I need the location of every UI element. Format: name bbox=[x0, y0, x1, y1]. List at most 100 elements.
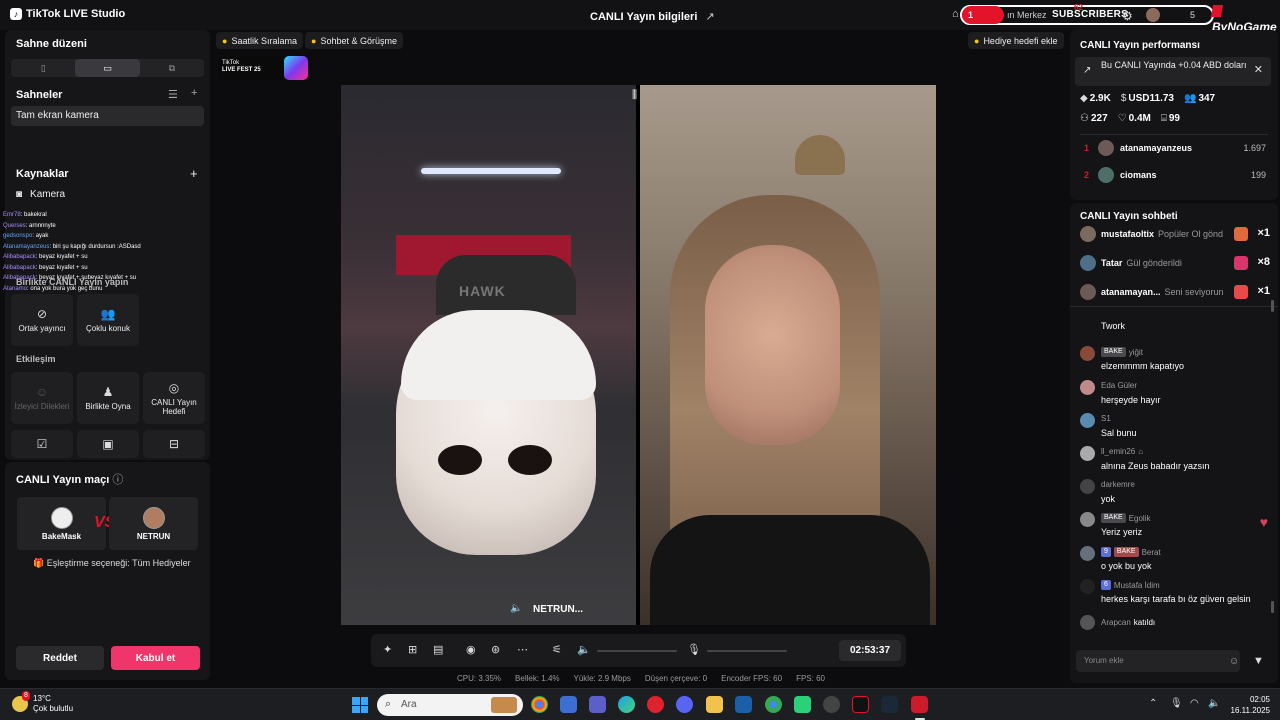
volume-slider[interactable] bbox=[597, 650, 677, 652]
effects-icon[interactable]: ⊞ bbox=[408, 643, 417, 656]
screen-icon[interactable]: ▤ bbox=[433, 643, 443, 656]
landscape-layout-tab[interactable]: ▭ bbox=[75, 59, 140, 77]
share-icon[interactable]: ↗ bbox=[705, 10, 714, 23]
avatar bbox=[1098, 167, 1114, 183]
record-icon[interactable]: ◉ bbox=[466, 643, 476, 656]
chat-message: S1 Sal bunu bbox=[1070, 410, 1278, 442]
live-fest-banner[interactable]: TikTok LIVE FEST 25 bbox=[218, 56, 310, 80]
viewer-requests-tile[interactable]: ☺ İzleyici Dilekleri bbox=[11, 372, 73, 424]
player1-name: BakeMask bbox=[41, 531, 82, 541]
store-tile[interactable]: ⊟ bbox=[143, 430, 205, 458]
add-source-icon[interactable]: + bbox=[190, 166, 198, 181]
overlay-line: Querses: arnnnnyte bbox=[3, 222, 56, 229]
notification-count: 1 bbox=[968, 10, 974, 20]
dropped-stat: Düşen çerçeve: 0 bbox=[644, 674, 708, 683]
play-together-tile[interactable]: ♟ Birlikte Oyna bbox=[77, 372, 139, 424]
list-icon[interactable]: ☰ bbox=[168, 88, 178, 101]
viewers-icon: 👥 bbox=[1183, 93, 1197, 104]
windows-start-icon[interactable] bbox=[352, 697, 368, 713]
heart-icon: ♡ bbox=[1117, 113, 1127, 124]
help-center-link[interactable]: ın Merkez bbox=[1007, 10, 1047, 20]
teams-icon[interactable] bbox=[589, 696, 606, 713]
avatar bbox=[1098, 140, 1114, 156]
chat-call-button[interactable]: ● Sohbet & Görüşme bbox=[305, 32, 403, 49]
settings-sliders-icon[interactable]: ⚟ bbox=[552, 643, 562, 656]
volume-icon[interactable]: 🔈 bbox=[577, 643, 591, 656]
live-studio-taskbar-icon[interactable] bbox=[911, 696, 928, 713]
tiktok-taskbar-icon[interactable] bbox=[852, 696, 869, 713]
cohost-label: Ortak yayıncı bbox=[18, 324, 66, 333]
file-explorer-icon[interactable] bbox=[706, 696, 723, 713]
ranking-row[interactable]: 1 atanamayanzeus 1.697 bbox=[1070, 139, 1278, 159]
mic-slider[interactable] bbox=[707, 650, 787, 652]
taskbar-clock[interactable]: 02:05 16.11.2025 bbox=[1228, 694, 1270, 716]
source-camera[interactable]: ◙ Kamera bbox=[16, 189, 65, 200]
profile-avatar[interactable] bbox=[1146, 8, 1160, 22]
box-tile[interactable]: ▣ bbox=[77, 430, 139, 458]
avatar bbox=[1080, 579, 1095, 594]
player1-card[interactable]: BakeMask bbox=[17, 497, 106, 550]
comment-input[interactable]: Yorum ekle bbox=[1076, 650, 1240, 672]
help-icon[interactable]: ⓘ bbox=[112, 474, 123, 486]
settings-gear-icon[interactable]: ⚙ bbox=[1122, 9, 1133, 23]
window-counter: 5 bbox=[1190, 10, 1196, 20]
tray-chevron-icon[interactable]: ⌃ bbox=[1149, 698, 1157, 709]
add-scene-icon[interactable]: + bbox=[191, 87, 197, 99]
hourly-ranking-button[interactable]: ● Saatlik Sıralama bbox=[216, 32, 303, 49]
network-icon[interactable]: ◠ bbox=[1190, 698, 1199, 709]
app-gray-icon[interactable] bbox=[823, 696, 840, 713]
opera-icon[interactable] bbox=[647, 696, 664, 713]
store-app-icon[interactable] bbox=[560, 696, 577, 713]
weather-widget[interactable]: 8 13°C Çok bulutlu bbox=[12, 691, 73, 714]
dollar-icon: $ bbox=[1120, 93, 1127, 104]
tray-mic-icon[interactable]: 🎙 bbox=[1170, 698, 1183, 709]
cohost-tile[interactable]: ⊘ Ortak yayıncı bbox=[11, 294, 73, 346]
notification-pill[interactable]: 1 bbox=[962, 6, 1004, 24]
search-icon: ⌕ bbox=[385, 698, 392, 710]
volume-tray-icon[interactable]: 🔈 bbox=[1208, 698, 1220, 709]
camera-switch-icon[interactable]: ⊛ bbox=[491, 643, 500, 656]
more-icon[interactable]: ⋯ bbox=[517, 643, 528, 656]
goal-icon: ◎ bbox=[168, 380, 180, 395]
dual-layout-tab[interactable]: ⧉ bbox=[140, 59, 204, 77]
accept-button[interactable]: Kabul et bbox=[111, 646, 200, 670]
scrollbar[interactable] bbox=[1271, 300, 1274, 312]
mail-icon[interactable] bbox=[735, 696, 752, 713]
avatar bbox=[1080, 615, 1095, 630]
edge-icon[interactable] bbox=[618, 696, 635, 713]
match-title: CANLI Yayın maçı ⓘ bbox=[16, 474, 124, 486]
live-goal-tile[interactable]: ◎ CANLI Yayın Hedefi bbox=[143, 372, 205, 424]
chrome-icon[interactable] bbox=[531, 696, 548, 713]
multiguest-tile[interactable]: 👥 Çoklu konuk bbox=[77, 294, 139, 346]
chrome-profile-icon[interactable] bbox=[765, 696, 782, 713]
gaming-chair bbox=[436, 255, 576, 315]
live-info-button[interactable]: CANLI Yayın bilgileri ↗ bbox=[590, 10, 715, 24]
poll-tile[interactable]: ☑ bbox=[11, 430, 73, 458]
discord-icon[interactable] bbox=[676, 696, 693, 713]
app-green-icon[interactable] bbox=[794, 696, 811, 713]
landscape-icon: ▭ bbox=[103, 62, 112, 73]
ranking-row[interactable]: 2 ciomans 199 bbox=[1070, 166, 1278, 186]
steam-icon[interactable] bbox=[881, 696, 898, 713]
audio-bars-icon[interactable]: ⫼ bbox=[632, 89, 637, 102]
subscribers-count: 62 bbox=[1074, 3, 1083, 12]
multiguest-label: Çoklu konuk bbox=[85, 324, 131, 333]
live-preview[interactable]: HAWK bbox=[341, 85, 936, 625]
player2-card[interactable]: NETRUN bbox=[109, 497, 198, 550]
emoji-icon[interactable]: ☺ bbox=[1229, 656, 1239, 667]
add-gift-goal-button[interactable]: ● Hediye hedefi ekle bbox=[968, 32, 1064, 49]
taskbar-search[interactable]: ⌕ Ara bbox=[377, 694, 523, 716]
scene-item-fullscreen-camera[interactable]: Tam ekran kamera bbox=[11, 106, 204, 126]
microphone-icon[interactable]: 🎙 bbox=[687, 643, 701, 656]
send-icon[interactable]: ▼ bbox=[1253, 655, 1264, 667]
magic-wand-icon[interactable]: ✦ bbox=[383, 643, 392, 656]
reject-button[interactable]: Reddet bbox=[16, 646, 104, 670]
live-goal-label: CANLI Yayın Hedefi bbox=[151, 397, 197, 416]
scrollbar[interactable] bbox=[1271, 601, 1274, 613]
avatar bbox=[1080, 512, 1095, 527]
portrait-layout-tab[interactable]: ▯ bbox=[11, 59, 75, 77]
speaker-icon[interactable]: 🔈 bbox=[510, 603, 522, 614]
checkbox-icon: ☑ bbox=[36, 437, 48, 451]
chat-message: 6 Mustafa İdim herkes karşı tarafa bı öz … bbox=[1070, 576, 1278, 608]
close-icon[interactable]: ✕ bbox=[1254, 65, 1263, 76]
